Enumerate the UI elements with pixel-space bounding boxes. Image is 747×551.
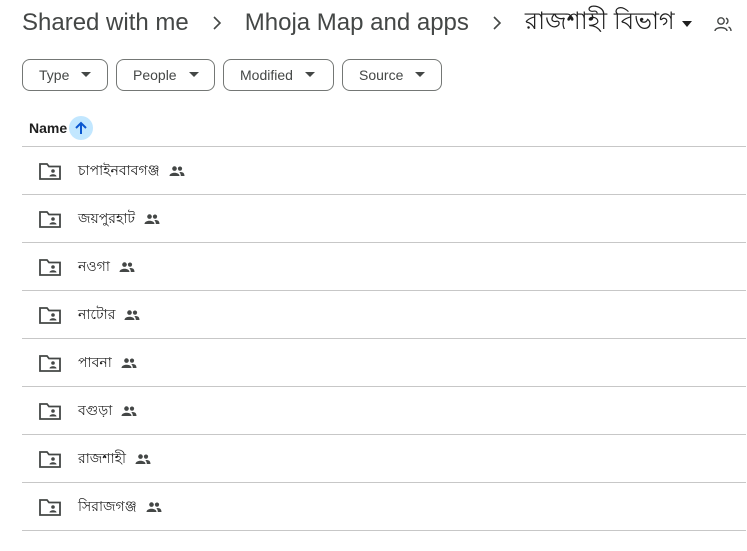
filter-modified-label: Modified <box>240 67 293 83</box>
people-icon <box>120 354 138 372</box>
arrow-drop-down-icon <box>304 72 315 78</box>
breadcrumb-current-label: রাজশাহী বিভাগ <box>524 8 675 35</box>
folder-name: নাটোর <box>78 306 116 323</box>
folder-row[interactable]: জয়পুরহাট <box>22 195 746 243</box>
folder-row[interactable]: বগুড়া <box>22 387 746 435</box>
chevron-right-icon <box>469 16 525 30</box>
folder-name: রাজশাহী <box>78 450 126 467</box>
folder-name: পাবনা <box>78 354 112 371</box>
folder-row[interactable]: রাজশাহী <box>22 435 746 483</box>
folder-name: জয়পুরহাট <box>78 210 136 227</box>
arrow-drop-down-icon <box>415 72 426 78</box>
name-column-header[interactable]: Name <box>29 120 67 136</box>
folder-row[interactable]: নওগা <box>22 243 746 291</box>
filter-modified-chip[interactable]: Modified <box>223 59 334 91</box>
filter-people-chip[interactable]: People <box>116 59 215 91</box>
people-icon <box>134 450 152 468</box>
arrow-drop-down-icon <box>188 72 199 78</box>
arrow-drop-down-icon <box>681 20 693 28</box>
people-icon <box>120 402 138 420</box>
people-icon <box>123 306 141 324</box>
table-header: Name <box>22 110 746 147</box>
breadcrumb-current-folder[interactable]: রাজশাহী বিভাগ <box>525 3 693 43</box>
shared-folder-icon <box>38 399 62 423</box>
breadcrumb: Shared with me Mhoja Map and apps রাজশাহ… <box>22 6 693 40</box>
folder-row[interactable]: নাটোর <box>22 291 746 339</box>
shared-folder-icon <box>38 447 62 471</box>
breadcrumb-parent[interactable]: Mhoja Map and apps <box>245 9 469 37</box>
folder-row[interactable]: পাবনা <box>22 339 746 387</box>
filter-source-chip[interactable]: Source <box>342 59 442 91</box>
folder-row[interactable]: সিরাজগঞ্জ <box>22 483 746 531</box>
shared-folder-icon <box>38 351 62 375</box>
folder-name: সিরাজগঞ্জ <box>78 498 137 515</box>
folder-row[interactable]: চাপাইনবাবগঞ্জ <box>22 147 746 195</box>
drive-folder-view: Shared with me Mhoja Map and apps রাজশাহ… <box>0 0 747 551</box>
folder-name: বগুড়া <box>78 402 113 419</box>
shared-folder-icon <box>38 207 62 231</box>
filter-type-chip[interactable]: Type <box>22 59 108 91</box>
chevron-right-icon <box>189 16 245 30</box>
person-outline-icon[interactable] <box>712 13 734 35</box>
filter-source-label: Source <box>359 67 404 83</box>
filter-people-label: People <box>133 67 177 83</box>
people-icon <box>143 210 161 228</box>
shared-folder-icon <box>38 495 62 519</box>
breadcrumb-root[interactable]: Shared with me <box>22 9 189 37</box>
shared-folder-icon <box>38 303 62 327</box>
arrow-drop-down-icon <box>81 72 92 78</box>
file-list: চাপাইনবাবগঞ্জ জয়পুরহাট নওগা নাটোর পাবনা… <box>22 147 746 531</box>
shared-folder-icon <box>38 255 62 279</box>
filter-type-label: Type <box>39 67 70 83</box>
folder-name: চাপাইনবাবগঞ্জ <box>78 162 160 179</box>
filter-chip-bar: Type People Modified Source <box>22 59 442 91</box>
folder-name: নওগা <box>78 258 110 275</box>
shared-folder-icon <box>38 159 62 183</box>
people-icon <box>168 162 186 180</box>
arrow-upward-icon[interactable] <box>69 116 94 140</box>
people-icon <box>118 258 136 276</box>
people-icon <box>145 498 163 516</box>
